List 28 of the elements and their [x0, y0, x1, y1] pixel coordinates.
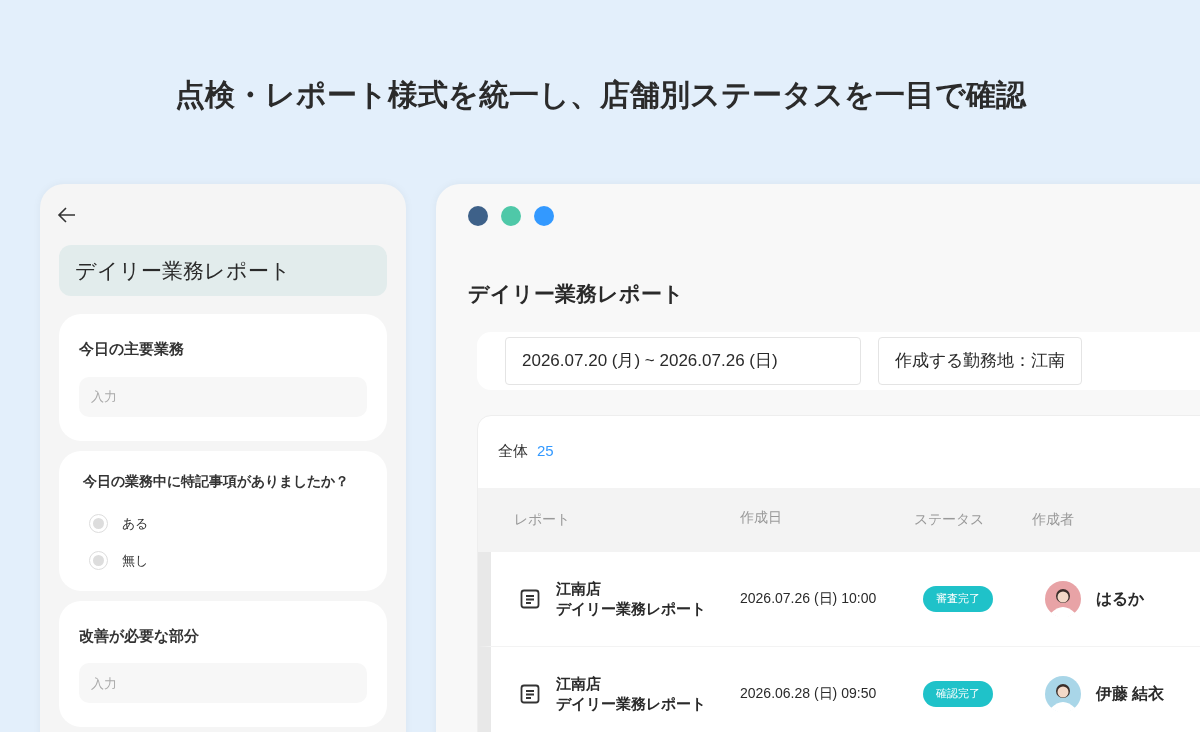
input-field[interactable]: 入力	[79, 663, 367, 703]
total-label: 全体	[498, 441, 528, 462]
filter-field[interactable]: 2026.07.20 (月) ~ 2026.07.26 (日)	[505, 336, 861, 385]
page-title: デイリー業務レポート	[468, 281, 685, 307]
table-row[interactable]: 江南店 デイリー業務レポート 2026.06.28 (日) 09:50 確認完了 伊藤 結衣	[478, 646, 1200, 732]
filter-field[interactable]: 作成する勤務地：江南	[878, 336, 1082, 385]
table-row[interactable]: 江南店 デイリー業務レポート 2026.07.26 (日) 10:00 審査完了 はるか	[478, 551, 1200, 647]
report-name: 江南店 デイリー業務レポート	[556, 578, 706, 619]
author-name: はるか	[1096, 588, 1144, 609]
created-date: 2026.07.26 (日) 10:00	[740, 589, 878, 608]
column-header: レポート	[513, 510, 571, 529]
question-label: 今日の主要業務	[79, 339, 185, 359]
input-field[interactable]: 入力	[79, 376, 367, 417]
status-badge: 確認完了	[923, 680, 993, 707]
option-label: 無し	[122, 552, 148, 570]
question-label: 今日の業務中に特記事項がありましたか？	[83, 471, 350, 491]
author-name: 伊藤 結衣	[1096, 683, 1165, 704]
column-header: 作成者	[1032, 510, 1074, 529]
status-badge: 審査完了	[923, 585, 993, 612]
question-label: 改善が必要な部分	[79, 625, 200, 646]
option-label: ある	[122, 514, 148, 533]
column-header: ステータス	[914, 510, 985, 529]
column-header: 作成日	[740, 508, 783, 527]
form-title: デイリー業務レポート	[59, 245, 387, 296]
headline: 点検・レポート様式を統一し、店舗別ステータスを一目で確認	[174, 77, 1026, 113]
total-count: 25	[537, 441, 554, 462]
created-date: 2026.06.28 (日) 09:50	[740, 684, 878, 703]
report-name: 江南店 デイリー業務レポート	[556, 673, 706, 714]
